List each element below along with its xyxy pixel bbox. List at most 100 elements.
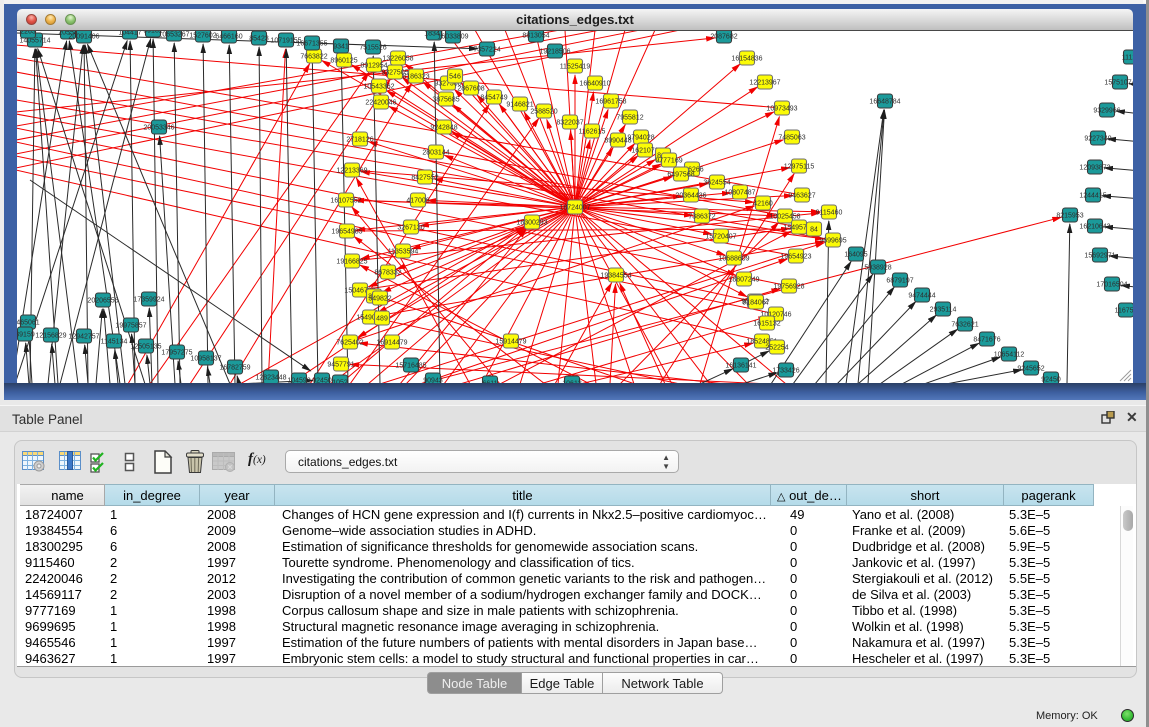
svg-text:19384554: 19384554	[600, 273, 631, 280]
svg-text:16136141: 16136141	[725, 363, 756, 370]
svg-text:19654985: 19654985	[331, 229, 362, 236]
svg-text:9242848: 9242848	[430, 125, 457, 132]
svg-text:8427552: 8427552	[411, 175, 438, 182]
svg-text:84: 84	[810, 227, 818, 234]
svg-text:465061: 465061	[17, 320, 40, 327]
svg-text:1052: 1052	[332, 380, 348, 383]
svg-text:9463627: 9463627	[788, 193, 815, 200]
svg-text:9699695: 9699695	[819, 238, 846, 245]
svg-text:20053346: 20053346	[143, 125, 174, 132]
svg-text:12942757: 12942757	[68, 334, 99, 341]
svg-text:7515526: 7515526	[359, 45, 386, 52]
svg-text:1244415: 1244415	[1079, 193, 1106, 200]
svg-text:7485063: 7485063	[778, 135, 805, 142]
svg-text:3875685: 3875685	[432, 97, 459, 104]
svg-text:16782759: 16782759	[219, 365, 250, 372]
svg-text:8471676: 8471676	[973, 337, 1000, 344]
svg-text:1162615: 1162615	[579, 129, 606, 136]
svg-text:9227349: 9227349	[1084, 136, 1111, 143]
svg-text:42160: 42160	[753, 201, 773, 208]
svg-text:3624554: 3624554	[703, 180, 730, 187]
svg-text:39159: 39159	[17, 332, 35, 339]
svg-text:8960125: 8960125	[330, 58, 357, 65]
svg-text:15914479: 15914479	[495, 339, 526, 346]
svg-text:16210643: 16210643	[1079, 224, 1110, 231]
svg-text:104592: 104592	[287, 378, 310, 383]
svg-text:16154836: 16154836	[731, 56, 762, 63]
svg-text:10958137: 10958137	[190, 356, 221, 363]
svg-text:17359924: 17359924	[133, 297, 164, 304]
svg-text:8912954: 8912954	[360, 63, 387, 70]
svg-text:6497568: 6497568	[667, 172, 694, 179]
svg-text:2935114: 2935114	[930, 307, 957, 314]
svg-text:12823448: 12823448	[255, 375, 286, 382]
svg-text:18807249: 18807249	[728, 277, 759, 284]
svg-text:6466160: 6466160	[215, 34, 242, 41]
svg-text:16671355: 16671355	[296, 41, 327, 48]
svg-text:85423: 85423	[249, 36, 269, 43]
svg-text:11123: 11123	[1122, 55, 1133, 62]
svg-text:15751074: 15751074	[1104, 80, 1133, 87]
svg-text:19654923: 19654923	[780, 254, 811, 261]
svg-text:8678332: 8678332	[374, 270, 401, 277]
svg-text:19756928: 19756928	[773, 284, 804, 291]
svg-text:12156829: 12156829	[35, 333, 66, 340]
svg-text:10654112: 10654112	[994, 352, 1025, 359]
svg-text:92450: 92450	[312, 378, 332, 383]
svg-text:12093872: 12093872	[1079, 165, 1110, 172]
svg-text:9184067: 9184067	[742, 300, 769, 307]
svg-text:9474444: 9474444	[908, 293, 935, 300]
svg-text:16033809: 16033809	[437, 34, 468, 41]
svg-text:15720407: 15720407	[705, 234, 736, 241]
svg-text:546: 546	[449, 74, 461, 81]
svg-text:19218506: 19218506	[539, 49, 570, 56]
svg-text:11353594: 11353594	[388, 249, 419, 256]
svg-text:18300293: 18300293	[516, 220, 547, 227]
svg-text:12505135: 12505135	[130, 344, 161, 351]
svg-text:13226058: 13226058	[382, 56, 413, 63]
svg-text:489: 489	[376, 316, 388, 323]
svg-text:7632621: 7632621	[951, 322, 978, 329]
svg-text:1733426: 1733426	[772, 368, 799, 375]
svg-text:549822: 549822	[368, 296, 391, 303]
svg-text:22420046: 22420046	[365, 100, 396, 107]
svg-text:17016504: 17016504	[1096, 282, 1127, 289]
svg-text:10653267: 10653267	[158, 32, 189, 39]
svg-text:1621072: 1621072	[631, 148, 658, 155]
svg-text:17957275: 17957275	[161, 350, 192, 357]
svg-text:16640910: 16640910	[579, 81, 610, 88]
svg-text:16914479: 16914479	[376, 340, 407, 347]
svg-text:1615132: 1615132	[753, 321, 780, 328]
svg-text:7625402: 7625402	[336, 340, 363, 347]
svg-text:104417: 104417	[118, 31, 141, 37]
svg-text:12975115: 12975115	[784, 164, 815, 171]
svg-text:2588520: 2588520	[530, 109, 557, 116]
svg-text:12213967: 12213967	[749, 80, 780, 87]
svg-text:9794028: 9794028	[627, 135, 654, 142]
svg-text:10543362: 10543362	[363, 84, 394, 91]
svg-text:9341: 9341	[333, 44, 349, 51]
svg-text:6879197: 6879197	[886, 278, 913, 285]
svg-text:14055714: 14055714	[19, 38, 50, 45]
svg-text:2867608: 2867608	[457, 86, 484, 93]
svg-text:15692971: 15692971	[1084, 253, 1115, 260]
svg-text:10612: 10612	[562, 381, 582, 383]
svg-text:10688609: 10688609	[718, 256, 749, 263]
svg-text:16107552: 16107552	[330, 198, 361, 205]
svg-text:8322037: 8322037	[556, 120, 583, 127]
svg-text:15716485: 15716485	[395, 363, 426, 370]
svg-text:7955812: 7955812	[616, 115, 643, 122]
svg-text:10807487: 10807487	[724, 190, 755, 197]
svg-text:20364436: 20364436	[675, 193, 706, 200]
svg-text:16961758: 16961758	[595, 99, 626, 106]
svg-text:3267130: 3267130	[397, 225, 424, 232]
svg-text:164095: 164095	[844, 252, 867, 259]
svg-text:19975857: 19975857	[115, 323, 146, 330]
svg-text:9245652: 9245652	[1017, 366, 1044, 373]
svg-text:12213369: 12213369	[336, 168, 367, 175]
svg-text:20091406: 20091406	[68, 34, 99, 41]
svg-text:19166825: 19166825	[336, 259, 367, 266]
svg-text:2718126: 2718126	[346, 137, 373, 144]
svg-text:7386372: 7386372	[688, 214, 715, 221]
svg-text:16648784: 16648784	[869, 99, 900, 106]
